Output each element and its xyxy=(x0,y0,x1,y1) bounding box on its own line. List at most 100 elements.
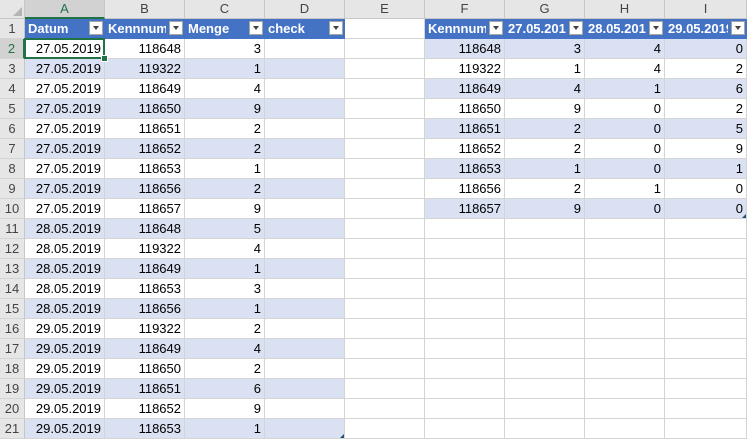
table2-cell[interactable]: 118650 xyxy=(425,99,505,119)
table1-cell[interactable]: 28.05.2019 xyxy=(25,279,105,299)
column-header-b[interactable]: B xyxy=(105,0,185,19)
table1-cell[interactable]: 29.05.2019 xyxy=(25,319,105,339)
table1-cell[interactable] xyxy=(265,179,345,199)
table1-cell[interactable]: 4 xyxy=(185,239,265,259)
table1-cell[interactable]: 2 xyxy=(185,139,265,159)
grid-cell[interactable] xyxy=(345,159,425,179)
table1-cell[interactable]: 27.05.2019 xyxy=(25,79,105,99)
table1-cell[interactable]: 28.05.2019 xyxy=(25,259,105,279)
row-header-8[interactable]: 8 xyxy=(0,159,25,179)
table1-cell[interactable]: 27.05.2019 xyxy=(25,139,105,159)
table1-cell[interactable]: 28.05.2019 xyxy=(25,219,105,239)
table1-cell[interactable]: 2 xyxy=(185,359,265,379)
grid-cell[interactable] xyxy=(505,399,585,419)
grid-cell[interactable] xyxy=(345,59,425,79)
grid-cell[interactable] xyxy=(345,19,425,39)
grid-cell[interactable] xyxy=(665,299,747,319)
grid-cell[interactable] xyxy=(585,399,665,419)
table1-cell[interactable]: 6 xyxy=(185,379,265,399)
column-header-g[interactable]: G xyxy=(505,0,585,19)
table1-cell[interactable] xyxy=(265,139,345,159)
table1-cell[interactable]: 1 xyxy=(185,299,265,319)
table1-cell[interactable]: 118648 xyxy=(105,219,185,239)
row-header-4[interactable]: 4 xyxy=(0,79,25,99)
grid-cell[interactable] xyxy=(585,299,665,319)
row-header-21[interactable]: 21 xyxy=(0,419,25,439)
table2-cell[interactable]: 5 xyxy=(665,119,747,139)
table1-cell[interactable]: 1 xyxy=(185,419,265,439)
table1-cell[interactable] xyxy=(265,379,345,399)
table2-header-0[interactable]: Kennnummer xyxy=(425,19,505,39)
grid-cell[interactable] xyxy=(585,279,665,299)
table1-cell[interactable]: 4 xyxy=(185,339,265,359)
grid-cell[interactable] xyxy=(505,239,585,259)
table1-cell[interactable]: 28.05.2019 xyxy=(25,239,105,259)
table1-cell[interactable] xyxy=(265,99,345,119)
table1-cell[interactable]: 27.05.2019 xyxy=(25,59,105,79)
grid-cell[interactable] xyxy=(345,239,425,259)
table1-cell[interactable]: 118656 xyxy=(105,299,185,319)
table2-cell[interactable]: 0 xyxy=(665,199,747,219)
table2-cell[interactable]: 3 xyxy=(505,39,585,59)
table1-cell[interactable]: 118651 xyxy=(105,119,185,139)
table1-cell[interactable]: 1 xyxy=(185,59,265,79)
table1-cell[interactable]: 27.05.2019 xyxy=(25,179,105,199)
table2-cell[interactable]: 118648 xyxy=(425,39,505,59)
table1-cell[interactable] xyxy=(265,199,345,219)
table1-cell[interactable]: 29.05.2019 xyxy=(25,399,105,419)
column-header-h[interactable]: H xyxy=(585,0,665,19)
filter-dropdown-icon[interactable] xyxy=(89,21,103,35)
grid-cell[interactable] xyxy=(505,219,585,239)
table1-header-0[interactable]: Datum xyxy=(25,19,105,39)
table1-cell[interactable]: 27.05.2019 xyxy=(25,199,105,219)
filter-dropdown-icon[interactable] xyxy=(329,21,343,35)
table2-cell[interactable]: 1 xyxy=(585,79,665,99)
table1-cell[interactable]: 28.05.2019 xyxy=(25,299,105,319)
table1-header-1[interactable]: Kennnummer xyxy=(105,19,185,39)
table1-cell[interactable] xyxy=(265,39,345,59)
table1-cell[interactable]: 118648 xyxy=(105,39,185,59)
table2-cell[interactable]: 4 xyxy=(585,59,665,79)
table1-cell[interactable]: 27.05.2019 xyxy=(25,159,105,179)
grid-cell[interactable] xyxy=(665,339,747,359)
table2-cell[interactable]: 118657 xyxy=(425,199,505,219)
row-header-5[interactable]: 5 xyxy=(0,99,25,119)
grid-cell[interactable] xyxy=(345,319,425,339)
spreadsheet-grid[interactable]: A B C D E F G H I 1 2 3 4 5 6 7 8 9 10 11 12 13 14 15 16 17 18 19 20… xyxy=(0,0,747,440)
table1-cell[interactable]: 9 xyxy=(185,399,265,419)
row-header-7[interactable]: 7 xyxy=(0,139,25,159)
column-header-c[interactable]: C xyxy=(185,0,265,19)
table2-header-3[interactable]: 29.05.2019 xyxy=(665,19,747,39)
table1-cell[interactable] xyxy=(265,279,345,299)
row-header-16[interactable]: 16 xyxy=(0,319,25,339)
table1-cell[interactable] xyxy=(265,239,345,259)
row-header-19[interactable]: 19 xyxy=(0,379,25,399)
table1-cell[interactable]: 118650 xyxy=(105,99,185,119)
table1-cell[interactable] xyxy=(265,159,345,179)
grid-cell[interactable] xyxy=(665,359,747,379)
grid-cell[interactable] xyxy=(425,419,505,439)
table1-header-2[interactable]: Menge xyxy=(185,19,265,39)
table1-cell[interactable]: 3 xyxy=(185,279,265,299)
table2-cell[interactable]: 4 xyxy=(505,79,585,99)
row-header-17[interactable]: 17 xyxy=(0,339,25,359)
table2-cell[interactable]: 2 xyxy=(665,59,747,79)
table2-cell[interactable]: 118652 xyxy=(425,139,505,159)
grid-cell[interactable] xyxy=(345,399,425,419)
row-header-6[interactable]: 6 xyxy=(0,119,25,139)
table2-cell[interactable]: 118656 xyxy=(425,179,505,199)
grid-cell[interactable] xyxy=(585,419,665,439)
grid-cell[interactable] xyxy=(505,419,585,439)
filter-dropdown-icon[interactable] xyxy=(731,21,745,35)
table1-header-3[interactable]: check xyxy=(265,19,345,39)
column-header-e[interactable]: E xyxy=(345,0,425,19)
grid-cell[interactable] xyxy=(665,259,747,279)
table1-cell[interactable] xyxy=(265,79,345,99)
table1-cell[interactable]: 118649 xyxy=(105,79,185,99)
table1-cell[interactable]: 9 xyxy=(185,99,265,119)
column-header-f[interactable]: F xyxy=(425,0,505,19)
table1-cell[interactable] xyxy=(265,319,345,339)
table1-resize-handle-icon[interactable] xyxy=(340,434,344,438)
grid-cell[interactable] xyxy=(505,319,585,339)
table2-resize-handle-icon[interactable] xyxy=(742,214,746,218)
